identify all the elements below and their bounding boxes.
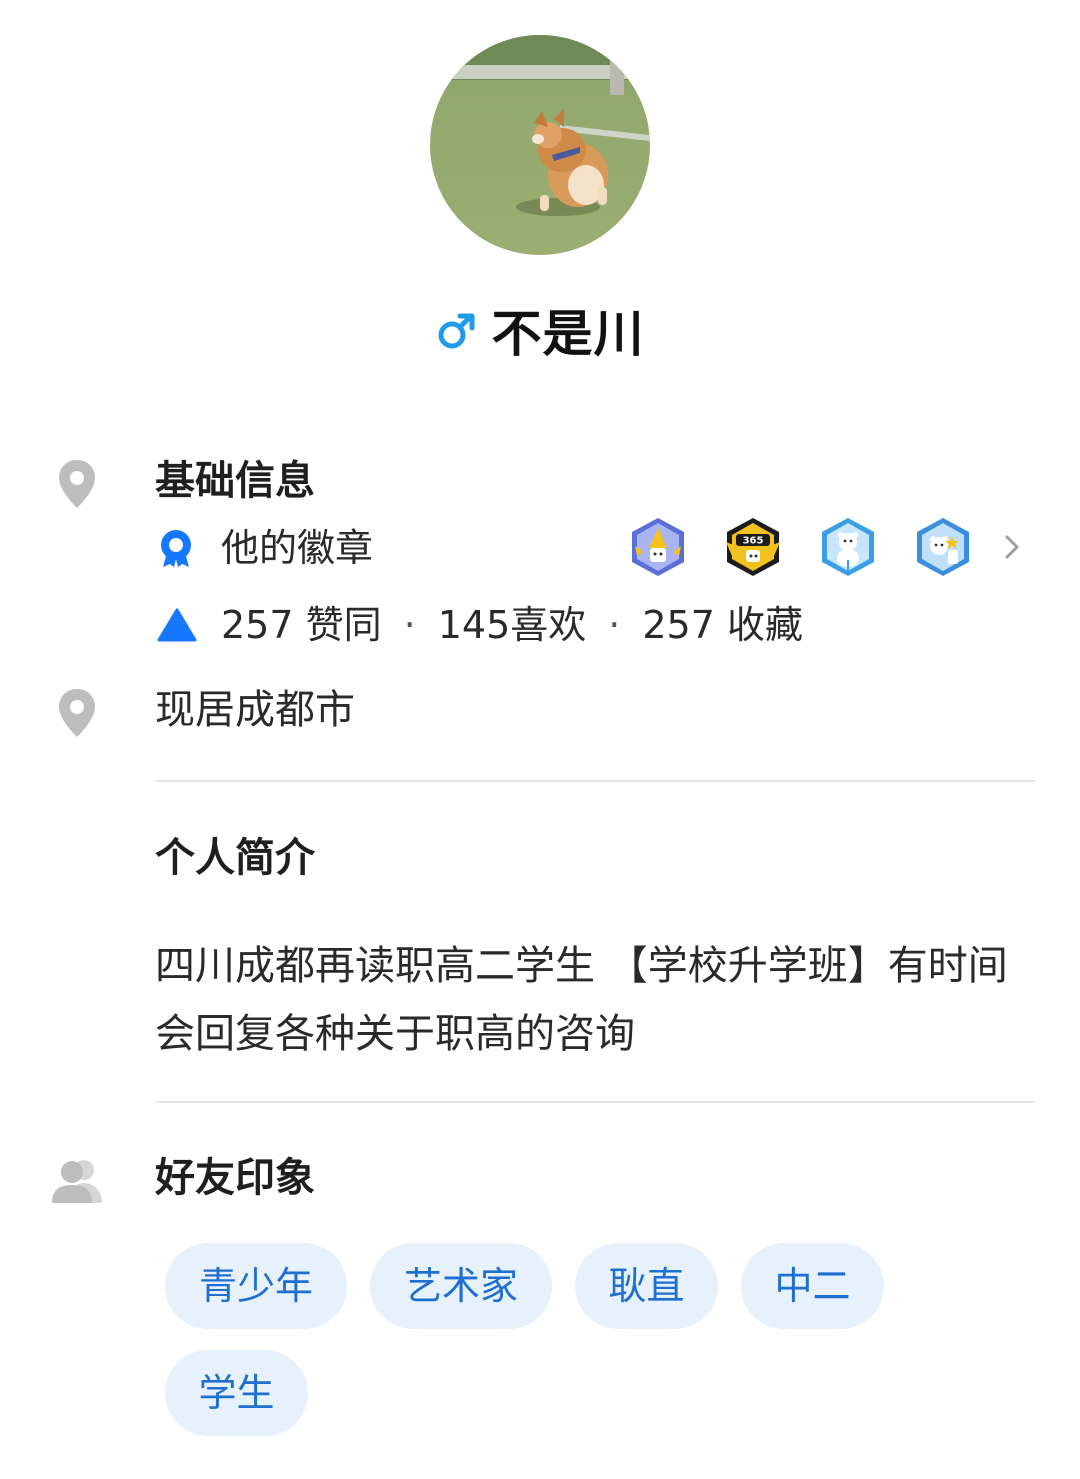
corgi-photo: [430, 35, 650, 255]
divider: [155, 1101, 1035, 1103]
chevron-right-icon[interactable]: [1001, 531, 1023, 563]
friend-impressions-title: 好友印象: [155, 1155, 315, 1201]
user-name: 不是川: [491, 305, 645, 363]
friends-icon: [52, 1160, 102, 1203]
avatar[interactable]: [430, 35, 650, 255]
badge-365-day-icon[interactable]: 365: [722, 516, 784, 578]
stats-separator: ·: [403, 603, 416, 647]
male-symbol-icon: [438, 313, 474, 349]
impression-tag[interactable]: 青少年: [165, 1243, 347, 1329]
badge-yellow-hat-icon[interactable]: [627, 516, 689, 578]
likes-count: 257 赞同: [221, 603, 382, 647]
impression-tag[interactable]: 艺术家: [370, 1243, 552, 1329]
bio-title: 个人简介: [155, 835, 315, 881]
location-pin-icon: [59, 689, 95, 737]
stats-separator: ·: [608, 603, 621, 647]
badges-label[interactable]: 他的徽章: [221, 524, 373, 572]
medal-icon: [161, 530, 191, 567]
profile-name-row: 不是川: [0, 295, 1080, 365]
impression-tag[interactable]: 中二: [741, 1243, 884, 1329]
badge-list[interactable]: 365: [627, 515, 1037, 579]
bio-text: 四川成都再读职高二学生 【学校升学班】有时间会回复各种关于职高的咨询: [155, 943, 1008, 1057]
location-text: 现居成都市: [155, 687, 355, 733]
favorites-count: 145喜欢: [437, 603, 587, 647]
impression-tag[interactable]: 耿直: [575, 1243, 718, 1329]
badge-polar-bear-icon[interactable]: [817, 516, 879, 578]
badge-bear-star-icon[interactable]: [912, 516, 974, 578]
upvote-triangle-icon: [157, 608, 197, 642]
basic-info-title: 基础信息: [155, 458, 315, 504]
divider: [155, 780, 1035, 782]
stats-row: 257 赞同 · 145喜欢 · 257 收藏: [221, 601, 803, 649]
location-pin-icon: [59, 460, 95, 508]
impression-tag[interactable]: 学生: [165, 1350, 308, 1436]
svg-text:365: 365: [743, 536, 764, 547]
collections-count: 257 收藏: [642, 603, 803, 647]
